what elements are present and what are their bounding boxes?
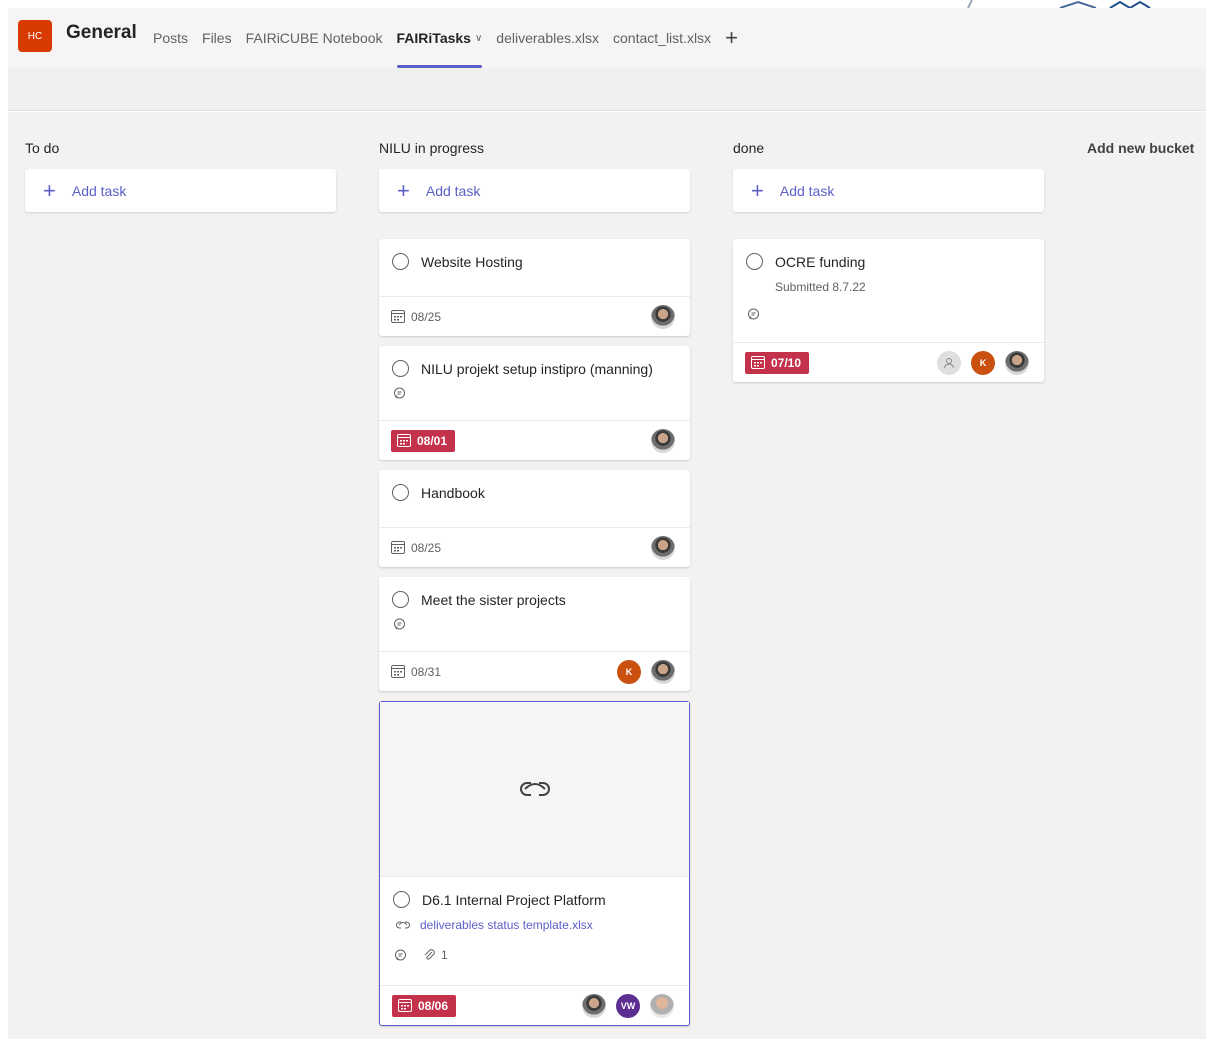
tab-fairitasks-label: FAIRiTasks <box>396 30 471 46</box>
complete-task-checkbox[interactable] <box>746 253 763 270</box>
task-card-website-hosting[interactable]: Website Hosting 08/25 <box>379 239 690 336</box>
due-date-late: 08/06 <box>392 994 457 1017</box>
decorative-graphic <box>967 0 1151 8</box>
calendar-icon <box>397 434 411 447</box>
task-title: Handbook <box>421 484 485 501</box>
assignee-avatar-k[interactable]: K <box>617 659 641 684</box>
due-date-text: 08/06 <box>418 998 449 1013</box>
link-icon <box>519 782 550 796</box>
tab-files[interactable]: Files <box>202 8 232 68</box>
add-tab-plus-icon[interactable]: + <box>725 8 738 68</box>
bucket-title-todo[interactable]: To do <box>25 140 59 156</box>
task-card-sister-projects[interactable]: Meet the sister projects 08/31 K <box>379 577 690 691</box>
task-card-handbook[interactable]: Handbook 08/25 <box>379 470 690 567</box>
plus-icon: + <box>43 177 56 203</box>
assignee-avatar[interactable] <box>651 535 675 560</box>
assignee-avatar-k[interactable]: K <box>971 350 995 375</box>
assignee-avatar[interactable] <box>651 428 675 453</box>
assignee-avatar[interactable] <box>651 659 675 684</box>
due-date-late: 08/01 <box>391 429 456 452</box>
comment-icon <box>394 387 405 399</box>
task-title: OCRE funding <box>775 253 866 270</box>
due-date-text: 08/25 <box>411 309 442 324</box>
calendar-icon <box>398 999 412 1012</box>
calendar-icon <box>391 665 405 678</box>
plus-icon: + <box>397 177 410 203</box>
due-date-late: 07/10 <box>745 351 810 374</box>
add-task-label: Add task <box>425 182 481 199</box>
bucket-title-done[interactable]: done <box>733 140 764 156</box>
task-title: D6.1 Internal Project Platform <box>422 891 606 908</box>
channel-header: HC General Posts Files FAIRiCUBE Noteboo… <box>8 8 1206 68</box>
complete-task-checkbox[interactable] <box>393 891 410 908</box>
task-title: Meet the sister projects <box>421 591 566 608</box>
due-date: 08/31 <box>391 665 441 679</box>
team-avatar[interactable]: HC <box>18 20 52 52</box>
comment-icon <box>394 618 405 630</box>
task-card-nilu-setup[interactable]: NILU projekt setup instipro (manning) 08… <box>379 346 690 460</box>
complete-task-checkbox[interactable] <box>392 591 409 608</box>
assignee-avatar[interactable] <box>582 993 606 1018</box>
assignee-avatar[interactable] <box>651 304 675 329</box>
calendar-icon <box>751 356 765 369</box>
assignee-avatar[interactable] <box>650 993 674 1018</box>
paperclip-icon <box>424 948 435 960</box>
attachment-count: 1 <box>441 948 448 962</box>
due-date-text: 08/31 <box>411 664 442 679</box>
tab-deliverables[interactable]: deliverables.xlsx <box>496 8 599 68</box>
add-task-button-done[interactable]: + Add task <box>733 169 1044 212</box>
add-task-label: Add task <box>71 182 127 199</box>
complete-task-checkbox[interactable] <box>392 484 409 501</box>
toolbar-strip <box>8 68 1206 111</box>
due-date: 08/25 <box>391 310 441 324</box>
add-new-bucket[interactable]: Add new bucket <box>1087 140 1194 156</box>
person-icon[interactable] <box>937 350 961 375</box>
task-note: Submitted 8.7.22 <box>775 280 866 294</box>
task-card-ocre-funding[interactable]: OCRE funding Submitted 8.7.22 07/10 K <box>733 239 1044 382</box>
tab-notebook[interactable]: FAIRiCUBE Notebook <box>246 8 383 68</box>
due-date-text: 08/25 <box>411 540 442 555</box>
attached-link[interactable]: deliverables status template.xlsx <box>420 918 593 932</box>
link-icon <box>396 921 410 929</box>
complete-task-checkbox[interactable] <box>392 360 409 377</box>
add-task-label: Add task <box>779 182 835 199</box>
tab-fairitasks[interactable]: FAIRiTasks ∨ <box>396 8 482 68</box>
add-task-button-nilu[interactable]: + Add task <box>379 169 690 212</box>
plus-icon: + <box>751 177 764 203</box>
link-preview[interactable] <box>380 702 689 877</box>
due-date-text: 07/10 <box>771 355 802 370</box>
due-date-text: 08/01 <box>417 433 448 448</box>
comment-icon <box>395 949 406 960</box>
task-title: NILU projekt setup instipro (manning) <box>421 360 653 377</box>
assignee-avatar[interactable] <box>1005 350 1029 375</box>
task-title: Website Hosting <box>421 253 523 270</box>
tab-contact-list[interactable]: contact_list.xlsx <box>613 8 711 68</box>
channel-title: General <box>66 22 137 43</box>
due-date: 08/25 <box>391 541 441 555</box>
calendar-icon <box>391 310 405 323</box>
bucket-title-nilu[interactable]: NILU in progress <box>379 140 484 156</box>
comment-icon <box>748 308 759 320</box>
assignee-avatar-vw[interactable]: VW <box>616 993 640 1018</box>
add-task-button-todo[interactable]: + Add task <box>25 169 336 212</box>
tab-posts[interactable]: Posts <box>153 8 188 68</box>
tab-bar: Posts Files FAIRiCUBE Notebook FAIRiTask… <box>153 8 738 68</box>
task-card-d61[interactable]: D6.1 Internal Project Platform deliverab… <box>379 701 690 1026</box>
complete-task-checkbox[interactable] <box>392 253 409 270</box>
calendar-icon <box>391 541 405 554</box>
chevron-down-icon[interactable]: ∨ <box>475 33 482 44</box>
